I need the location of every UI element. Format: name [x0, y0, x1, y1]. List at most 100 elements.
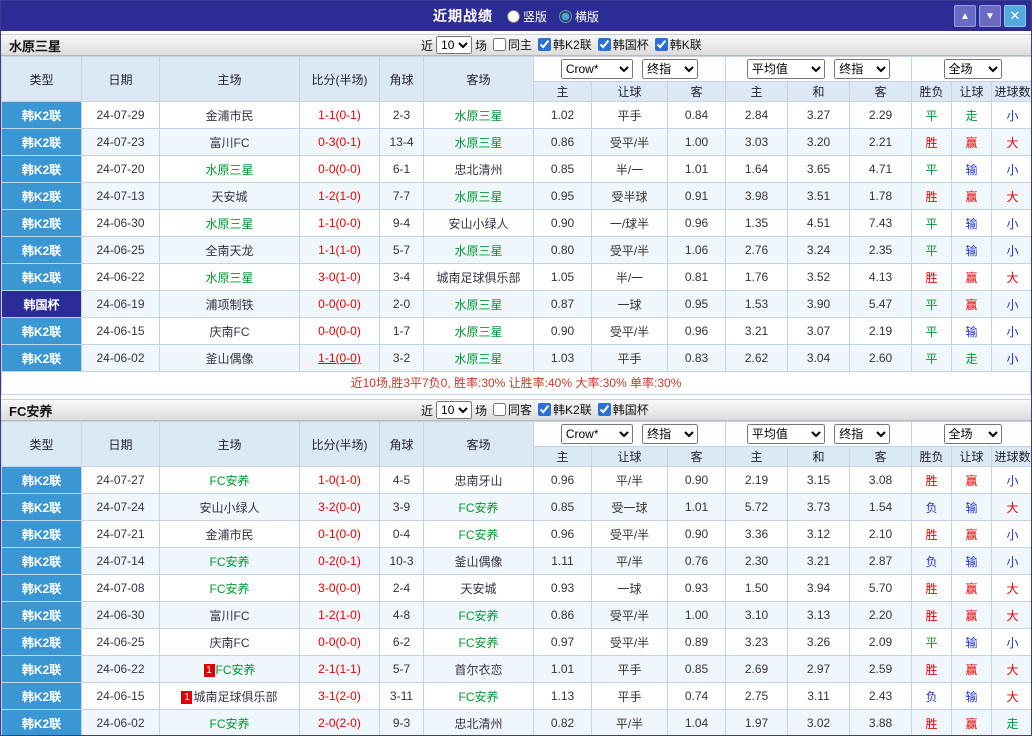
league-filters: 同主 韩K2联 韩国杯 韩K联 [487, 36, 702, 54]
col-header-avg-home: 主 [725, 446, 789, 467]
move-up-button[interactable]: ▲ [954, 5, 976, 27]
avg-home-cell: 1.97 [725, 709, 789, 735]
odds-period-select[interactable]: 终指 [642, 424, 699, 444]
avg-draw-cell: 3.12 [787, 520, 851, 548]
avg-away-cell: 5.70 [849, 574, 913, 602]
avg-draw-cell: 3.26 [787, 628, 851, 656]
score-cell: 0-2(0-1) [299, 547, 380, 575]
league-filter-checkbox[interactable] [597, 403, 611, 416]
corners-cell: 3-9 [379, 493, 424, 521]
window-title: 近期战绩 [432, 8, 493, 24]
results-table: 类型 日期 主场 比分(半场) 角球 客场 Crow* 终指 平均值 终指 全场… [1, 421, 1031, 735]
away-team-cell: FC安养 [423, 493, 534, 521]
col-header-avg-home: 主 [725, 81, 789, 102]
corners-cell: 2-0 [379, 290, 424, 318]
close-button[interactable]: ✕ [1004, 5, 1026, 27]
col-header-avg-draw: 和 [787, 81, 851, 102]
away-team-cell: 釜山偶像 [423, 547, 534, 575]
avg-draw-cell: 3.07 [787, 317, 851, 345]
league-filter-option[interactable]: 韩K联 [654, 36, 702, 53]
result-cell: 胜 [911, 263, 953, 291]
goals-result-cell: 小 [991, 466, 1031, 494]
avg-source-select[interactable]: 平均值 [746, 424, 825, 444]
team-name-text: FC安养 [458, 689, 499, 704]
team-name-text: 天安城 [211, 189, 248, 204]
team-name-text: 城南足球俱乐部 [193, 689, 278, 704]
avg-home-cell: 1.76 [725, 263, 789, 291]
odds-away-cell: 0.96 [666, 317, 727, 345]
league-filter-checkbox[interactable] [654, 38, 668, 51]
league-filter-checkbox[interactable] [538, 403, 552, 416]
handicap-result-cell: 输 [951, 547, 993, 575]
avg-away-cell: 2.87 [849, 547, 913, 575]
home-team-cell: 富川FC [159, 601, 300, 629]
league-filter-option[interactable]: 同主 [493, 36, 532, 53]
away-team-cell: 忠北清州 [423, 155, 534, 183]
recent-count-select[interactable]: 10 [436, 36, 473, 54]
odds-source-select[interactable]: Crow* [560, 424, 633, 444]
result-cell: 胜 [911, 182, 953, 210]
league-filter-checkbox[interactable] [493, 403, 507, 416]
league-filter-label: 同主 [508, 38, 533, 52]
odds-period-select[interactable]: 终指 [642, 59, 699, 79]
corners-cell: 9-3 [379, 709, 424, 735]
avg-away-cell: 5.47 [849, 290, 913, 318]
league-filter-option[interactable]: 同客 [493, 401, 532, 418]
avg-draw-cell: 3.15 [787, 466, 851, 494]
handicap-result-cell: 输 [951, 317, 993, 345]
avg-period-select[interactable]: 终指 [834, 424, 891, 444]
avg-draw-cell: 3.04 [787, 344, 851, 372]
league-filter-checkbox[interactable] [493, 38, 507, 51]
scope-select[interactable]: 全场 [943, 424, 1002, 444]
avg-draw-cell: 3.90 [787, 290, 851, 318]
score-cell[interactable]: 1-1(0-0) [299, 344, 380, 372]
team-name-text: FC安养 [458, 635, 499, 650]
team-name: FC安养 [9, 403, 53, 419]
league-filter-checkbox[interactable] [597, 38, 611, 51]
league-filter-option[interactable]: 韩国杯 [597, 36, 649, 53]
date-cell: 24-06-22 [81, 655, 160, 683]
date-cell: 24-07-23 [81, 128, 160, 156]
league-filter-option[interactable]: 韩K2联 [538, 401, 592, 418]
avg-home-cell: 3.36 [725, 520, 789, 548]
layout-radio-group: 竖版 横版 [506, 8, 599, 25]
team-name-text: 水原三星 [205, 270, 254, 285]
col-header-score: 比分(半场) [299, 56, 380, 102]
layout-radio-horizontal-input[interactable] [559, 9, 572, 23]
avg-home-cell: 2.75 [725, 682, 789, 710]
odds-away-cell: 0.85 [666, 655, 727, 683]
team-name-text: 首尔衣恋 [454, 662, 503, 677]
score-cell: 0-0(0-0) [299, 290, 380, 318]
league-filter-checkbox[interactable] [538, 38, 552, 51]
league-filter-option[interactable]: 韩K2联 [538, 36, 592, 53]
layout-radio-vertical-input[interactable] [506, 9, 520, 23]
team-name-text: 水原三星 [454, 189, 503, 204]
odds-away-cell: 0.93 [666, 574, 727, 602]
avg-home-cell: 2.62 [725, 344, 789, 372]
odds-away-cell: 0.83 [666, 344, 727, 372]
home-team-cell: 水原三星 [159, 155, 300, 183]
avg-source-select[interactable]: 平均值 [746, 59, 825, 79]
away-team-cell: 城南足球俱乐部 [423, 263, 534, 291]
score-cell: 3-2(0-0) [299, 493, 380, 521]
result-cell: 负 [911, 493, 953, 521]
odds-home-cell: 1.05 [533, 263, 592, 291]
layout-radio-vertical[interactable]: 竖版 [506, 8, 547, 25]
home-team-cell: 1 FC安养 [159, 655, 300, 683]
odds-handicap-cell: 受半球 [591, 182, 668, 210]
scope-select-cell: 全场 [911, 421, 1031, 447]
avg-period-select[interactable]: 终指 [834, 59, 891, 79]
recent-count-select[interactable]: 10 [436, 401, 473, 419]
handicap-result-cell: 赢 [951, 466, 993, 494]
score-cell: 2-0(2-0) [299, 709, 380, 735]
team-name-text: 安山小绿人 [448, 216, 509, 231]
handicap-result-cell: 赢 [951, 128, 993, 156]
move-down-button[interactable]: ▼ [979, 5, 1001, 27]
avg-select-cell: 平均值 终指 [725, 421, 913, 447]
scope-select[interactable]: 全场 [943, 59, 1002, 79]
layout-radio-horizontal[interactable]: 横版 [559, 8, 599, 25]
odds-source-select[interactable]: Crow* [560, 59, 633, 79]
league-filter-option[interactable]: 韩国杯 [597, 401, 649, 418]
avg-home-cell: 3.03 [725, 128, 789, 156]
corners-cell: 3-11 [379, 682, 424, 710]
